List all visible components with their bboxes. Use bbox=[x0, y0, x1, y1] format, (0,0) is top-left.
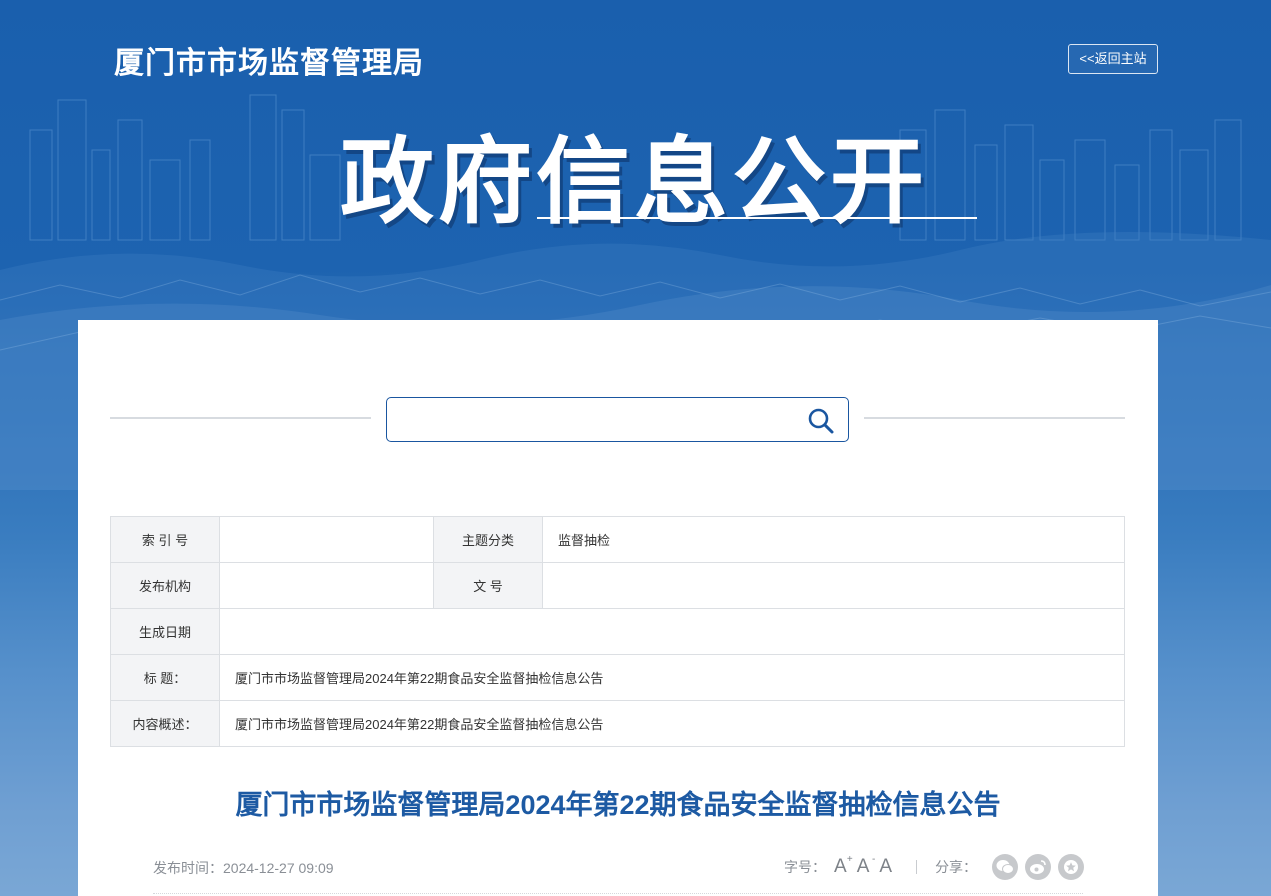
table-row: 索 引 号 主题分类 监督抽检 bbox=[110, 516, 1125, 563]
index-value bbox=[219, 516, 434, 563]
search-box bbox=[386, 397, 849, 442]
share-label: 分享： bbox=[935, 859, 978, 875]
publish-time: 发布时间：2024-12-27 09:09 bbox=[153, 860, 334, 876]
share-weibo-button[interactable] bbox=[1025, 854, 1052, 880]
search-divider-left bbox=[110, 417, 371, 419]
article-tools: 字号： A + A- A 分享： bbox=[784, 853, 1085, 881]
table-row: 生成日期 bbox=[110, 608, 1125, 655]
table-row: 内容概述： 厦门市市场监督管理局2024年第22期食品安全监督抽检信息公告 bbox=[110, 700, 1125, 747]
date-value bbox=[219, 608, 1125, 655]
font-increase-button[interactable]: A + bbox=[834, 854, 853, 878]
hero-title: 政府信息公开 bbox=[340, 129, 929, 234]
document-metadata-table: 索 引 号 主题分类 监督抽检 发布机构 文 号 生成日期 标 题： 厦门市市场… bbox=[110, 516, 1125, 747]
index-label: 索 引 号 bbox=[110, 516, 220, 563]
date-label: 生成日期 bbox=[110, 608, 220, 655]
site-name: 厦门市市场监督管理局 bbox=[114, 47, 424, 80]
docno-value bbox=[542, 562, 1125, 609]
publisher-value bbox=[219, 562, 434, 609]
star-icon bbox=[1064, 860, 1079, 874]
font-decrease-button[interactable]: A- bbox=[857, 854, 876, 878]
summary-label: 内容概述： bbox=[110, 700, 220, 747]
weibo-icon bbox=[1030, 860, 1046, 874]
font-size-label: 字号： bbox=[784, 859, 826, 875]
table-row: 发布机构 文 号 bbox=[110, 562, 1125, 609]
search-input[interactable] bbox=[397, 404, 787, 436]
share-favorite-button[interactable] bbox=[1058, 854, 1085, 880]
title-label: 标 题： bbox=[110, 654, 220, 701]
summary-value: 厦门市市场监督管理局2024年第22期食品安全监督抽检信息公告 bbox=[219, 700, 1125, 747]
publisher-label: 发布机构 bbox=[110, 562, 220, 609]
search-icon[interactable] bbox=[806, 406, 836, 436]
hero-underline bbox=[537, 217, 977, 219]
content-card: 索 引 号 主题分类 监督抽检 发布机构 文 号 生成日期 标 题： 厦门市市场… bbox=[78, 320, 1158, 896]
topic-value: 监督抽检 bbox=[542, 516, 1125, 563]
return-home-button[interactable]: <<返回主站 bbox=[1068, 44, 1158, 74]
table-row: 标 题： 厦门市市场监督管理局2024年第22期食品安全监督抽检信息公告 bbox=[110, 654, 1125, 701]
topic-label: 主题分类 bbox=[433, 516, 543, 563]
wechat-icon bbox=[996, 860, 1015, 874]
docno-label: 文 号 bbox=[433, 562, 543, 609]
article-divider bbox=[153, 893, 1083, 894]
search-divider-right bbox=[864, 417, 1125, 419]
tools-separator bbox=[916, 860, 918, 874]
title-value: 厦门市市场监督管理局2024年第22期食品安全监督抽检信息公告 bbox=[219, 654, 1125, 701]
share-wechat-button[interactable] bbox=[992, 854, 1019, 880]
font-default-button[interactable]: A bbox=[879, 856, 892, 878]
article-title: 厦门市市场监督管理局2024年第22期食品安全监督抽检信息公告 bbox=[235, 790, 1001, 820]
